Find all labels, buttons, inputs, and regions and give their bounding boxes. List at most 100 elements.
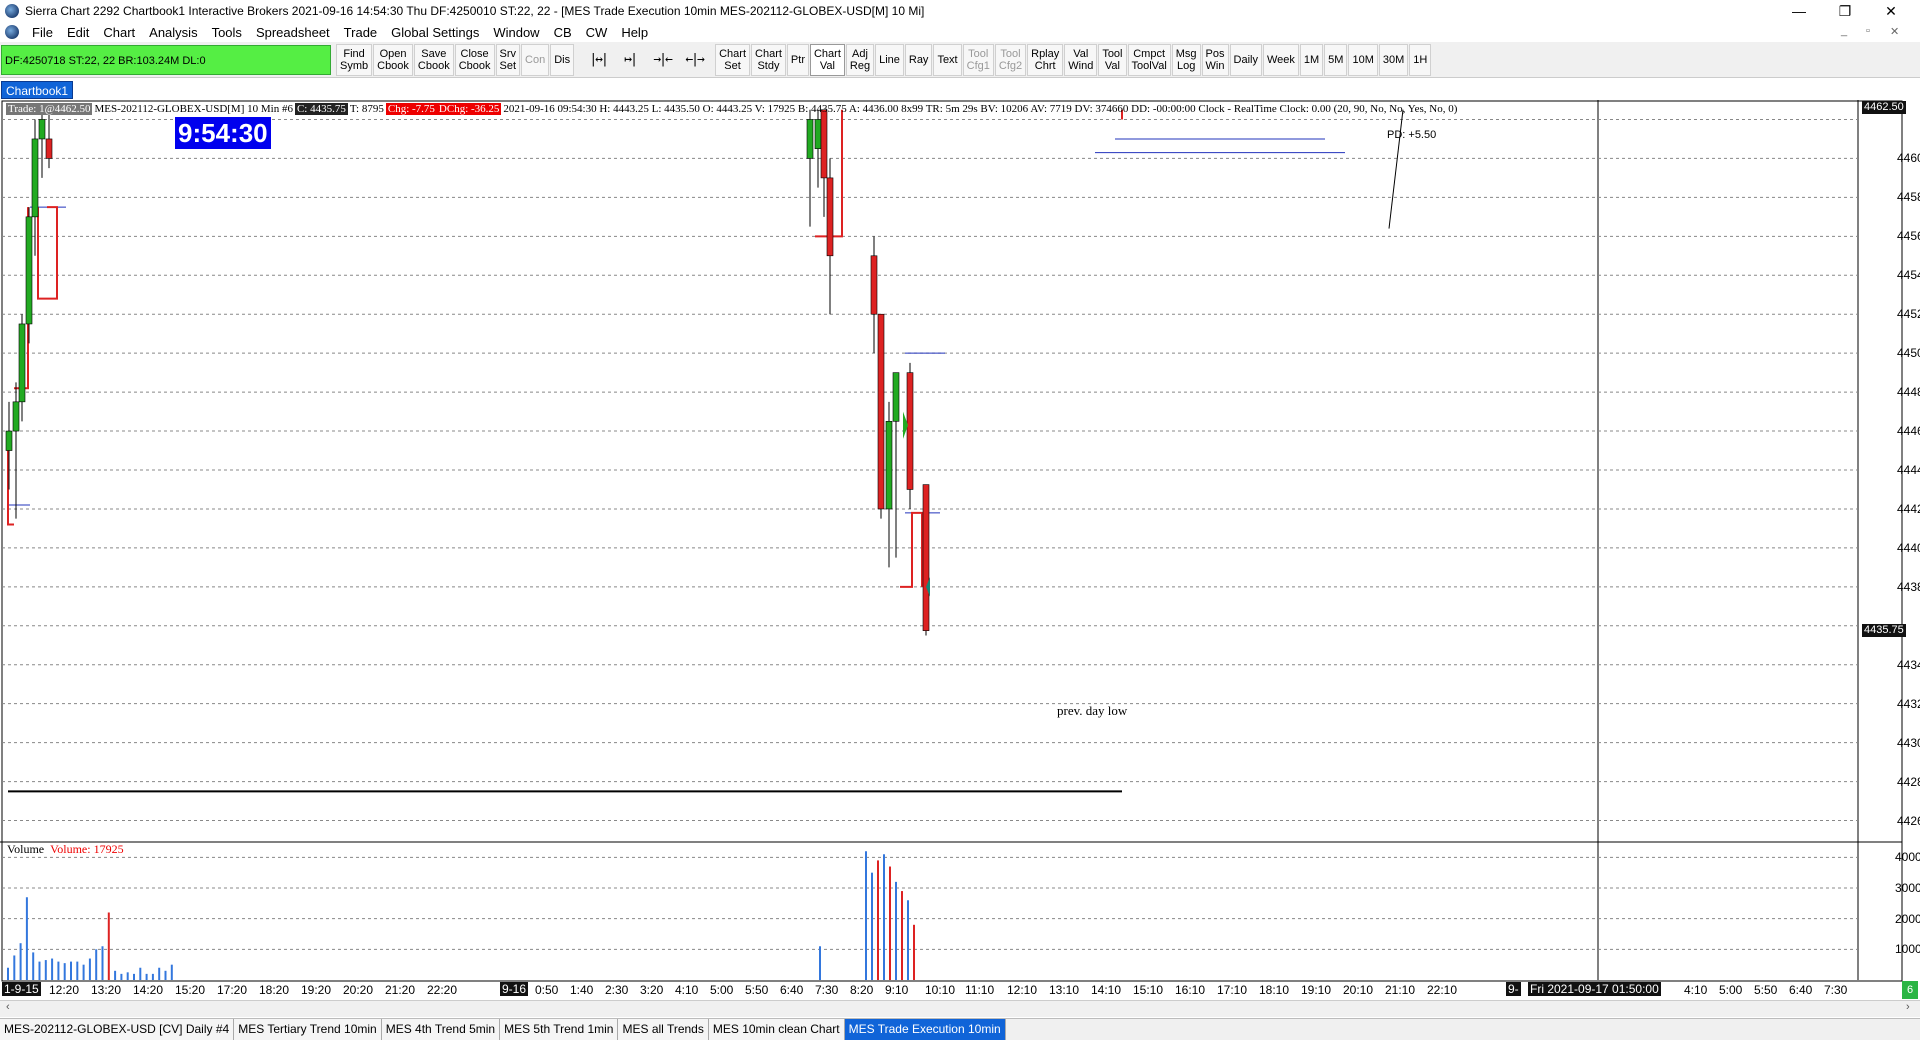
compress-bars-icon[interactable]: →|← (648, 44, 676, 76)
menu-trade[interactable]: Trade (337, 25, 384, 40)
30m-button[interactable]: 30M (1378, 43, 1409, 76)
chart-stdy-button[interactable]: Chart Stdy (751, 43, 786, 76)
horizontal-scrollbar[interactable]: ‹ › (0, 1000, 1920, 1017)
button-label-line: Log (1176, 59, 1196, 72)
button-label-line: Symb (340, 59, 369, 72)
scroll-right-icon[interactable]: › (1906, 1001, 1910, 1013)
line-button[interactable]: Line (875, 43, 904, 76)
cmpct-toolval-button[interactable]: Cmpct ToolVal (1127, 43, 1171, 76)
menu-bar: File Edit Chart Analysis Tools Spreadsheet Tra… (0, 22, 1920, 42)
menu-cb[interactable]: CB (547, 25, 579, 40)
button-label-line: ToolVal (1131, 59, 1167, 72)
menu-chart[interactable]: Chart (96, 25, 142, 40)
open-cbook-button[interactable]: Open Cbook (373, 43, 413, 76)
tool-cfg2-button[interactable]: Tool Cfg2 (994, 43, 1027, 76)
save-cbook-button[interactable]: Save Cbook (413, 43, 454, 76)
close-cbook-button[interactable]: Close Cbook (454, 43, 495, 76)
tool-cfg1-button[interactable]: Tool Cfg1 (962, 43, 994, 76)
chart-val-button[interactable]: Chart Val (809, 43, 845, 76)
menu-analysis[interactable]: Analysis (142, 25, 204, 40)
chart-set-button[interactable]: Chart Set (715, 43, 751, 76)
volume-value: Volume: 17925 (50, 842, 124, 856)
volume-axis-label: 10000 (1895, 942, 1920, 957)
expand-bars-icon[interactable]: ←|→ (680, 44, 708, 76)
adj-reg-button[interactable]: Adj Reg (845, 43, 875, 76)
time-axis-label: 15:20 (175, 983, 206, 997)
time-axis-label: 1:40 (570, 983, 594, 997)
chart-region[interactable] (0, 100, 1920, 1000)
srv-set-button[interactable]: Srv Set (495, 43, 521, 76)
interval-icon[interactable]: |↔| (584, 44, 612, 76)
con-button[interactable]: Con (521, 43, 550, 76)
price-axis-label: 4458.00 (1897, 190, 1920, 205)
time-axis-label: 5:00 (710, 983, 734, 997)
text-button[interactable]: Text (933, 43, 962, 76)
chart-info-line: Trade: 1@4462.50 MES-202112-GLOBEX-USD[M]… (6, 103, 1459, 115)
button-label-line: Save (421, 47, 447, 60)
find-symb-button[interactable]: Find Symb (336, 43, 373, 76)
rplay-chrt-button[interactable]: Rplay Chrt (1027, 43, 1064, 76)
button-label-line: Cbook (458, 59, 491, 72)
scroll-left-icon[interactable]: ‹ (6, 1001, 10, 1013)
time-axis[interactable]: 1-9-15 9-16 9- Fri 2021-09-17 01:50:00 12:20… (0, 981, 1920, 999)
window-title: Sierra Chart 2292 Chartbook1 Interactive… (25, 4, 925, 18)
val-wind-button[interactable]: Val Wind (1064, 43, 1098, 76)
time-axis-date-flag: 9-16 (500, 982, 529, 996)
ray-button[interactable]: Ray (904, 43, 933, 76)
1m-button[interactable]: 1M (1299, 43, 1324, 76)
chart-tab-mes-5th-trend-1min[interactable]: MES 5th Trend 1min (500, 1019, 619, 1040)
close-icon[interactable]: ✕ (1868, 0, 1914, 22)
10m-button[interactable]: 10M (1348, 43, 1378, 76)
scale-in-icon[interactable]: ↦| (616, 44, 644, 76)
pd-annotation[interactable]: PD: +5.50 (1387, 129, 1436, 141)
menu-edit[interactable]: Edit (60, 25, 96, 40)
menu-cw[interactable]: CW (579, 25, 615, 40)
price-axis-label: 4428.00 (1897, 774, 1920, 789)
button-label-line: Wind (1068, 59, 1094, 72)
menu-global-settings[interactable]: Global Settings (384, 25, 486, 40)
daily-button[interactable]: Daily (1229, 43, 1262, 76)
mdi-restore-icon[interactable]: ▫ (1866, 25, 1870, 37)
chart-tab-mes-4th-trend-5min[interactable]: MES 4th Trend 5min (381, 1019, 501, 1040)
menu-window[interactable]: Window (486, 25, 546, 40)
5m-button[interactable]: 5M (1324, 43, 1348, 76)
menu-help[interactable]: Help (614, 25, 655, 40)
mdi-close-icon[interactable]: ✕ (1890, 25, 1899, 38)
candle-body (885, 421, 893, 510)
connection-status-box[interactable]: DF:4250718 ST:22, 22 BR:103.24M DL:0 (1, 44, 331, 75)
time-axis-label: 6:40 (1789, 983, 1813, 997)
ptr-button[interactable]: Ptr (786, 43, 809, 76)
chart-tab-mes-tertiary-trend-10min[interactable]: MES Tertiary Trend 10min (234, 1019, 382, 1040)
tool-val-button[interactable]: Tool Val (1098, 43, 1127, 76)
button-label-line: Adj (852, 47, 868, 60)
prev-day-low-label[interactable]: prev. day low (1057, 703, 1127, 719)
chart-tab-mes-all-trends[interactable]: MES all Trends (618, 1019, 709, 1040)
dis-button[interactable]: Dis (550, 43, 575, 76)
menu-tools[interactable]: Tools (205, 25, 249, 40)
minimize-icon[interactable]: — (1776, 0, 1822, 22)
1h-button[interactable]: 1H (1409, 43, 1432, 76)
mdi-minimize-icon[interactable]: _ (1841, 25, 1847, 37)
chartbook-icon[interactable] (5, 25, 19, 39)
price-chart[interactable] (0, 100, 1920, 1000)
candle-body (922, 484, 930, 631)
chart-tab-mes-10min-clean-chart[interactable]: MES 10min clean Chart (708, 1019, 845, 1040)
chart-tab-mes-202112-globex-usd-cv-daily-4[interactable]: MES-202112-GLOBEX-USD [CV] Daily #4 (0, 1019, 235, 1040)
info-field: T: 8795 (349, 103, 384, 115)
menu-file[interactable]: File (25, 25, 60, 40)
candle-body (892, 372, 900, 422)
price-axis-label: 4434.00 (1897, 657, 1920, 672)
msg-log-button[interactable]: Msg Log (1171, 43, 1201, 76)
menu-spreadsheet[interactable]: Spreadsheet (249, 25, 337, 40)
title-bar: Sierra Chart 2292 Chartbook1 Interactive… (0, 0, 1920, 22)
pos-win-button[interactable]: Pos Win (1201, 43, 1229, 76)
time-axis-label: 12:10 (1007, 983, 1038, 997)
info-field: Chg: -7.75 (385, 103, 437, 115)
candle-body (906, 372, 914, 490)
info-field: DChg: -36.25 (436, 103, 502, 115)
chart-tab-mes-trade-execution-10min[interactable]: MES Trade Execution 10min (844, 1019, 1006, 1040)
maximize-icon[interactable]: ❐ (1822, 0, 1868, 22)
button-label-line: Cmpct (1133, 47, 1166, 60)
week-button[interactable]: Week (1262, 43, 1299, 76)
chartbook-tab[interactable]: Chartbook1 (1, 81, 74, 99)
